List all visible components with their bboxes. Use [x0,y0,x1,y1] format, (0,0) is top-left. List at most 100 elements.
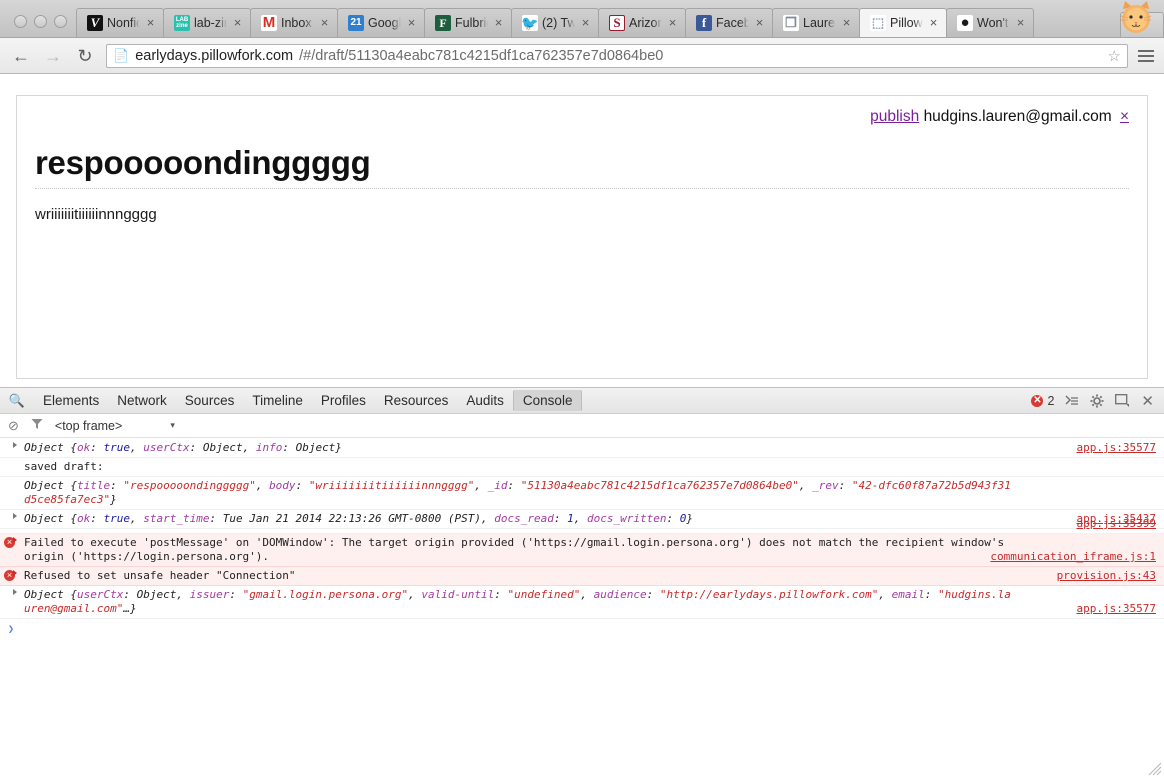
browser-tab[interactable]: F Fulbrig × [424,8,512,37]
console-token: _rev [812,479,839,492]
browser-tab[interactable]: M Inbox (× [250,8,338,37]
console-token: , [878,588,892,601]
devtools-tab-sources[interactable]: Sources [176,390,244,411]
devtools-tab-resources[interactable]: Resources [375,390,458,411]
console-source-link[interactable]: app.js:35399 [1077,517,1156,531]
window-zoom-button[interactable] [54,15,67,28]
console-prompt-input[interactable] [0,619,1164,637]
tab-close-icon[interactable]: × [318,16,331,30]
console-token: email [891,588,925,601]
browser-tab[interactable]: f Facebo × [685,8,773,37]
twitter-icon: 🐦 [522,15,538,31]
search-icon[interactable]: 🔍 [6,393,28,409]
expand-triangle-icon[interactable] [13,442,17,448]
console-message[interactable]: saved draft: [0,458,1164,477]
tab-close-icon[interactable]: × [231,16,244,30]
browser-tab[interactable]: V Nonfict × [76,8,164,37]
tab-close-icon[interactable]: × [1014,16,1027,30]
expand-triangle-icon[interactable] [13,537,17,543]
expand-triangle-icon[interactable] [13,513,17,519]
browser-tab[interactable]: ⬚ Pillowfo × [859,8,947,37]
console-token: : [229,588,243,601]
tab-close-icon[interactable]: × [579,16,592,30]
browser-tab[interactable]: LABzine lab-zin × [163,8,251,37]
draft-title-field[interactable]: respooooondinggggg [35,144,1129,189]
browser-tab[interactable]: ❐ Lauren × [772,8,860,37]
url-host: earlydays.pillowfork.com [135,47,294,64]
window-resize-handle[interactable] [1148,762,1162,776]
browser-tab-title: Arizona [629,16,662,30]
devtools-tab-profiles[interactable]: Profiles [312,390,375,411]
console-token: "wriiiiiiitiiiiiinnngggg" [308,479,475,492]
clear-console-icon[interactable]: ⊘ [8,418,19,434]
console-message[interactable]: Object {title: "respooooondinggggg", bod… [0,477,1164,510]
expand-triangle-icon[interactable] [13,589,17,595]
console-token: _id [487,479,508,492]
console-source-link[interactable]: app.js:35577 [1077,602,1156,616]
navigation-toolbar: ← → ↻ 📄 earlydays.pillowfork.com /#/draft… [0,38,1164,74]
tab-close-icon[interactable]: × [405,16,418,30]
gear-icon[interactable] [1090,394,1104,408]
browser-window: VNonfict×LABzinelab-zin×MInbox (×21Googl… [0,0,1164,778]
window-close-button[interactable] [14,15,27,28]
draft-editor-card: publish hudgins.lauren@gmail.com × respo… [16,95,1148,379]
error-count-badge[interactable]: ✕ 2 [1031,394,1054,408]
filter-icon[interactable] [31,418,43,433]
error-count: 2 [1047,393,1055,408]
console-token: , [474,479,488,492]
window-minimize-button[interactable] [34,15,47,28]
browser-tab[interactable]: ● Won't o × [946,8,1034,37]
browser-tab[interactable]: S Arizona × [598,8,686,37]
console-message-list[interactable]: Object {ok: true, userCtx: Object, info:… [0,439,1164,778]
devtools-tab-audits[interactable]: Audits [457,390,513,411]
tab-close-icon[interactable]: × [492,16,505,30]
devtools-tab-network[interactable]: Network [108,390,176,411]
browser-tab[interactable]: 21 Google × [337,8,425,37]
console-source-link[interactable]: provision.js:43 [1057,569,1156,583]
devtools-tab-timeline[interactable]: Timeline [243,390,312,411]
browser-tab-title: Lauren [803,16,836,30]
tab-close-icon[interactable]: × [840,16,853,30]
frame-selector[interactable]: <top frame> ▾ [55,419,175,433]
tab-close-icon[interactable]: × [666,16,679,30]
console-source-link[interactable]: app.js:35577 [1077,441,1156,455]
browser-tab-title: Pillowfo [890,16,923,30]
tab-strip: V Nonfict × LABzine lab-zin × M Inbox (× 21 Googl… [0,0,1164,38]
browser-tab-title: (2) Twit [542,16,575,30]
browser-tab[interactable]: 🐦 (2) Twit × [511,8,599,37]
forward-button[interactable]: → [42,45,64,67]
console-token: Refused to set unsafe header "Connection… [24,569,296,582]
address-bar[interactable]: 📄 earlydays.pillowfork.com /#/draft/51130… [106,43,1128,68]
console-token: "undefined" [507,588,581,601]
bookmark-star-icon[interactable]: ☆ [1108,47,1121,65]
console-error-message[interactable]: Failed to execute 'postMessage' on 'DOMW… [0,534,1164,567]
draft-body-field[interactable]: wriiiiiiitiiiiiinnngggg [35,206,1129,223]
console-token: : [666,512,680,525]
console-message[interactable]: Object {ok: true, userCtx: Object, info:… [0,439,1164,458]
console-token: audience [593,588,647,601]
tab-close-icon[interactable]: × [753,16,766,30]
dock-icon[interactable] [1115,394,1130,407]
console-message[interactable]: Object {ok: true, start_time: Tue Jan 21… [0,510,1164,529]
console-token: , [798,479,813,492]
tab-close-icon[interactable]: × [927,16,940,30]
close-icon[interactable]: ✕ [1141,392,1154,410]
expand-triangle-icon[interactable] [13,570,17,576]
console-error-message[interactable]: Refused to set unsafe header "Connection… [0,567,1164,586]
tab-close-icon[interactable]: × [144,16,157,30]
console-message[interactable]: Object {userCtx: Object, issuer: "gmail.… [0,586,1164,619]
back-button[interactable]: ← [10,45,32,67]
reload-button[interactable]: ↻ [74,45,96,67]
console-drawer-icon[interactable] [1065,395,1079,407]
console-token: { [70,588,77,601]
devtools-tab-console[interactable]: Console [512,390,583,411]
sign-out-link[interactable]: × [1120,108,1129,125]
console-source-link[interactable]: communication_iframe.js:1 [990,550,1156,564]
chrome-menu-button[interactable] [1138,49,1154,62]
page-icon: 📄 [113,47,130,63]
documents-icon: ❐ [783,15,799,31]
publish-link[interactable]: publish [870,108,919,125]
console-token: : [90,512,104,525]
console-token: info [255,441,283,454]
devtools-tab-elements[interactable]: Elements [34,390,108,411]
